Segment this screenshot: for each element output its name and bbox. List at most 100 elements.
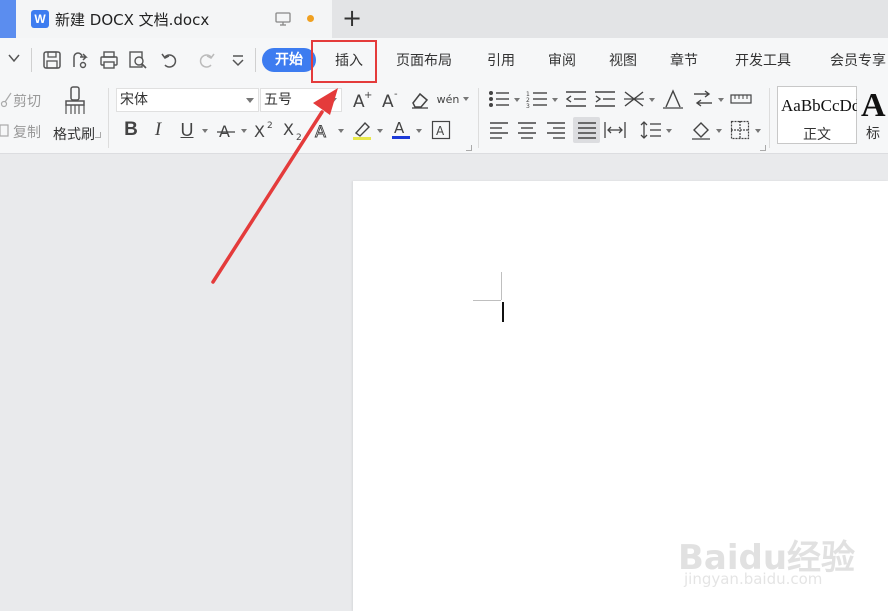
underline-dropdown-caret[interactable] (202, 129, 208, 133)
svg-text:2: 2 (296, 133, 302, 141)
style-heading[interactable]: A 标 (858, 86, 888, 144)
scissors-icon[interactable] (0, 92, 12, 108)
svg-text:X: X (254, 122, 265, 140)
align-right-icon[interactable] (545, 119, 567, 141)
line-spacing-icon[interactable] (640, 119, 662, 141)
character-border-icon[interactable]: A (430, 119, 452, 141)
borders-icon[interactable] (729, 119, 751, 141)
style-normal-preview: AaBbCcDd (781, 96, 857, 115)
watermark: Baidu经验 jingyan.baidu.com (678, 520, 878, 600)
margin-corner-mark (501, 272, 502, 300)
distributed-align-icon[interactable] (604, 119, 626, 141)
svg-text:A: A (436, 124, 445, 138)
increase-indent-icon[interactable] (594, 88, 616, 110)
borders-dropdown-caret[interactable] (755, 129, 761, 133)
chevron-down-icon[interactable] (7, 51, 21, 65)
svg-text:A: A (394, 119, 405, 137)
print-preview-icon[interactable] (128, 50, 148, 70)
chinese-layout-dropdown-caret[interactable] (649, 98, 655, 102)
font-group-launcher[interactable] (466, 145, 472, 151)
paragraph-group-launcher[interactable] (760, 145, 766, 151)
text-effects-icon[interactable]: A (312, 119, 334, 141)
document-tab[interactable]: W 新建 DOCX 文档.docx (16, 0, 332, 38)
superscript-icon[interactable]: X2 (253, 119, 275, 141)
export-share-icon[interactable] (70, 50, 90, 70)
show-ruler-icon[interactable] (730, 88, 752, 110)
tab-section[interactable]: 章节 (670, 50, 698, 70)
line-spacing-dropdown-caret[interactable] (666, 129, 672, 133)
phonetic-guide-glyph: wén (436, 92, 460, 106)
tab-developer[interactable]: 开发工具 (735, 50, 791, 70)
divider (31, 48, 32, 72)
annotation-highlight-box (311, 40, 377, 83)
sort-icon[interactable] (692, 88, 714, 110)
new-tab-button[interactable]: + (342, 6, 362, 30)
numbered-list-dropdown-caret[interactable] (552, 98, 558, 102)
tab-page-layout[interactable]: 页面布局 (396, 50, 452, 70)
underline-button[interactable]: U (176, 119, 198, 141)
svg-text:A: A (219, 122, 230, 140)
decrease-font-size-icon[interactable]: A- (380, 88, 402, 110)
copy-icon[interactable] (0, 122, 10, 138)
cut-button[interactable]: 剪切 (13, 91, 41, 111)
style-heading-preview: A (861, 87, 886, 124)
shading-fill-icon[interactable] (690, 119, 712, 141)
phonetic-guide-icon[interactable]: wén (436, 88, 460, 110)
italic-button[interactable]: I (147, 119, 169, 141)
font-name-caret (246, 98, 254, 103)
justify-icon[interactable] (573, 117, 600, 143)
watermark-sub: jingyan.baidu.com (684, 570, 823, 588)
tab-references[interactable]: 引用 (487, 50, 515, 70)
highlight-marker-icon[interactable] (351, 119, 373, 141)
save-icon[interactable] (42, 50, 62, 70)
text-direction-icon[interactable] (662, 88, 684, 110)
tab-view[interactable]: 视图 (609, 50, 637, 70)
redo-icon[interactable] (196, 50, 216, 70)
bold-button[interactable]: B (120, 119, 142, 141)
strikethrough-dropdown-caret[interactable] (241, 129, 247, 133)
clipboard-group-launcher[interactable] (95, 132, 101, 138)
customize-quick-access-icon[interactable] (228, 50, 248, 70)
svg-text:3: 3 (526, 103, 530, 108)
decrease-indent-icon[interactable] (565, 88, 587, 110)
divider (255, 48, 256, 72)
subscript-icon[interactable]: X2 (282, 119, 304, 141)
bullet-list-icon[interactable] (488, 88, 510, 110)
tab-member[interactable]: 会员专享 (830, 50, 886, 70)
style-heading-name: 标 (866, 126, 880, 142)
svg-text:A: A (315, 122, 326, 140)
highlight-dropdown-caret[interactable] (377, 129, 383, 133)
shading-dropdown-caret[interactable] (716, 129, 722, 133)
phonetic-dropdown-caret[interactable] (463, 97, 469, 101)
bullet-list-dropdown-caret[interactable] (514, 98, 520, 102)
clear-formatting-eraser-icon[interactable] (409, 89, 431, 111)
format-painter-brush-icon[interactable] (62, 86, 88, 116)
chinese-layout-icon[interactable] (623, 88, 645, 110)
align-left-icon[interactable] (488, 119, 510, 141)
sort-dropdown-caret[interactable] (718, 98, 724, 102)
print-icon[interactable] (99, 50, 119, 70)
tab-review[interactable]: 审阅 (548, 50, 576, 70)
font-color-icon[interactable]: A (390, 118, 412, 140)
increase-font-size-icon[interactable]: A + (351, 88, 373, 110)
align-center-icon[interactable] (516, 119, 538, 141)
numbered-list-icon[interactable]: 123 (526, 88, 548, 110)
font-name-value: 宋体 (120, 92, 148, 108)
font-name-select[interactable]: 宋体 (116, 88, 259, 112)
font-size-select[interactable]: 五号 (260, 88, 342, 112)
font-size-value: 五号 (264, 92, 292, 108)
tab-start[interactable]: 开始 (262, 48, 316, 72)
font-size-caret (329, 98, 337, 103)
app-home-strip[interactable] (0, 0, 16, 38)
style-normal[interactable]: AaBbCcDd 正文 (777, 86, 857, 144)
copy-button[interactable]: 复制 (13, 122, 41, 142)
text-effects-dropdown-caret[interactable] (338, 129, 344, 133)
monitor-icon[interactable] (275, 12, 291, 26)
strikethrough-icon[interactable]: A (215, 119, 237, 141)
svg-text:A: A (382, 92, 394, 109)
format-painter-button[interactable]: 格式刷 (53, 124, 95, 144)
svg-text:X: X (283, 120, 294, 139)
font-color-dropdown-caret[interactable] (416, 129, 422, 133)
document-title: 新建 DOCX 文档.docx (55, 11, 210, 29)
undo-icon[interactable] (160, 50, 180, 70)
